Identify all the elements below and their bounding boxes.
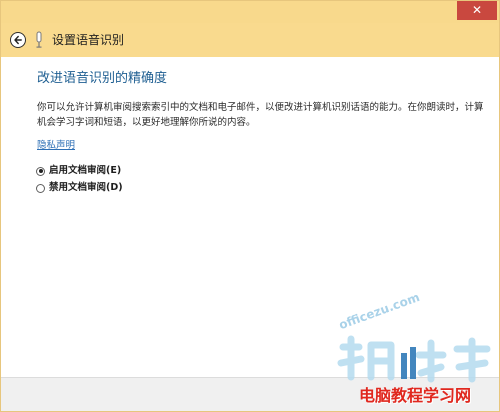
close-button[interactable]: ✕ — [457, 1, 497, 20]
privacy-statement-link[interactable]: 隐私声明 — [37, 139, 75, 153]
radio-enable-document-review[interactable] — [36, 166, 45, 176]
disable-document-review-label: 禁用文档审阅(D) — [49, 182, 123, 193]
title-bar: ✕ — [1, 1, 499, 23]
watermark-text: 电脑教程学习网 — [359, 386, 472, 405]
wizard-title: 设置语音识别 — [52, 33, 125, 47]
navigation-bar: 设置语音识别 — [1, 23, 499, 57]
speech-setup-window: ✕ 设置语音识别 改进语音识别的精确度 你可以允许计算机审阅搜索索引中的文档和电… — [0, 0, 500, 412]
enable-document-review-label: 启用文档审阅(E) — [49, 165, 122, 176]
back-button[interactable] — [10, 32, 26, 48]
wizard-content: 改进语音识别的精确度 你可以允许计算机审阅搜索索引中的文档和电子邮件，以便改进计… — [1, 57, 499, 377]
enable-document-review-option[interactable]: 启用文档审阅(E) — [36, 164, 121, 178]
radio-disable-document-review[interactable] — [36, 183, 45, 193]
back-arrow-icon — [14, 35, 22, 45]
microphone-icon — [36, 31, 42, 48]
close-icon: ✕ — [471, 3, 483, 17]
page-heading: 改进语音识别的精确度 — [37, 71, 168, 86]
disable-document-review-option[interactable]: 禁用文档审阅(D) — [36, 181, 123, 195]
watermark-logo — [337, 335, 491, 383]
description-text: 你可以允许计算机审阅搜索索引中的文档和电子邮件，以便改进计算机识别话语的能力。在… — [37, 102, 484, 128]
